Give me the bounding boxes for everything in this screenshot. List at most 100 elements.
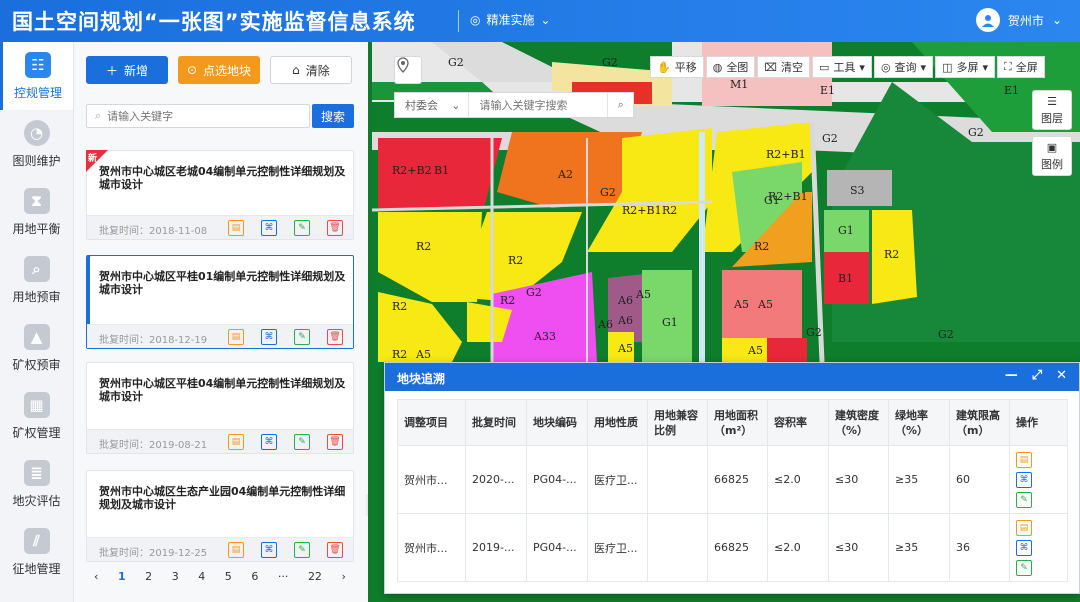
nav-label: 用地预审 <box>12 289 61 304</box>
nav-label: 征地管理 <box>12 561 61 576</box>
fullscreen-icon: ⛶ <box>1004 60 1012 73</box>
attachment-icon[interactable]: ⌘ <box>261 542 277 558</box>
query-dropdown[interactable]: ◎ 查询 ▾ <box>873 56 934 78</box>
search-button[interactable]: 搜索 <box>312 104 354 128</box>
attachment-icon[interactable]: ⌘ <box>1016 471 1032 488</box>
clear-button[interactable]: ⌂ 清除 <box>270 56 352 84</box>
page-3[interactable]: 3 <box>172 570 179 583</box>
query-icon: ◎ <box>880 60 891 74</box>
map-search-input[interactable] <box>479 98 608 112</box>
pick-parcel-button[interactable]: ⊙ 点选地块 <box>178 56 260 84</box>
svg-text:E1: E1 <box>1004 84 1019 97</box>
document-icon[interactable]: ▤ <box>228 329 244 345</box>
edit-icon[interactable]: ✎ <box>1016 559 1032 576</box>
svg-text:A5: A5 <box>757 298 773 311</box>
delete-icon[interactable]: 🗑 <box>327 329 343 345</box>
mode-selector[interactable]: ◎ 精准实施 ⌄ <box>470 11 551 28</box>
full-extent-tool[interactable]: ◍ 全图 <box>705 56 756 78</box>
nav-label: 图则维护 <box>12 153 61 168</box>
nav-item-land-acquisition[interactable]: ⫽ 征地管理 <box>0 518 73 586</box>
delete-icon[interactable]: 🗑 <box>327 220 343 236</box>
plan-title: 贺州市中心城区老城04编制单元控制性详细规划及城市设计 <box>99 165 346 191</box>
nav-item-land-preaudit[interactable]: ⌕ 用地预审 <box>0 246 73 314</box>
minimize-icon[interactable]: — <box>1005 368 1018 383</box>
list-item[interactable]: 贺州市中心城区生态产业园04编制单元控制性详细规划及城市设计 批复时间：2019… <box>86 470 354 562</box>
svg-text:R2: R2 <box>754 240 769 253</box>
nav-item-plan-management[interactable]: ☷ 控规管理 <box>0 42 73 110</box>
attachment-icon[interactable]: ⌘ <box>261 220 277 236</box>
fullscreen-tool[interactable]: ⛶ 全屏 <box>997 56 1045 78</box>
keyword-search-input[interactable] <box>107 109 298 123</box>
table-row[interactable]: 贺州市... 2020-... PG04-... 医疗卫... 66825 ≤2… <box>397 445 1068 514</box>
page-22[interactable]: 22 <box>308 570 322 583</box>
search-icon: ⌕ <box>95 109 102 122</box>
list-item[interactable]: 贺州市中心城区平桂04编制单元控制性详细规划及城市设计 批复时间：2019-08… <box>86 362 354 454</box>
add-button[interactable]: ＋ 新增 <box>86 56 168 84</box>
table-cell: 2019-... <box>465 513 527 582</box>
card-footer: 批复时间：2019-12-25 ▤ ⌘ ✎ 🗑 <box>87 537 353 561</box>
page-6[interactable]: 6 <box>251 570 258 583</box>
svg-text:R2: R2 <box>500 294 515 307</box>
layers-button[interactable]: ☰ 图层 <box>1032 90 1072 130</box>
legend-button[interactable]: ▣ 图例 <box>1032 136 1072 176</box>
svg-text:A5: A5 <box>635 288 651 301</box>
multiscreen-dropdown[interactable]: ◫ 多屏 ▾ <box>935 56 996 78</box>
svg-text:B1: B1 <box>838 272 853 285</box>
svg-text:M1: M1 <box>730 78 748 91</box>
keyword-search-field[interactable]: ⌕ <box>86 104 310 128</box>
nav-item-disaster-assessment[interactable]: ≣ 地灾评估 <box>0 450 73 518</box>
locate-button[interactable] <box>394 56 422 84</box>
column-header: 绿地率（%） <box>888 399 950 446</box>
nav-item-map-maintenance[interactable]: ◔ 图则维护 <box>0 110 73 178</box>
page-1[interactable]: 1 <box>118 570 126 583</box>
edit-icon[interactable]: ✎ <box>294 542 310 558</box>
list-item[interactable]: 新 贺州市中心城区老城04编制单元控制性详细规划及城市设计 批复时间：2018-… <box>86 150 354 240</box>
svg-text:A5: A5 <box>747 344 763 357</box>
pan-tool[interactable]: ✋ 平移 <box>650 56 704 78</box>
clear-map-tool[interactable]: ⌧ 清空 <box>757 56 810 78</box>
edit-icon[interactable]: ✎ <box>294 329 310 345</box>
edit-icon[interactable]: ✎ <box>294 220 310 236</box>
svg-text:G1: G1 <box>764 194 780 207</box>
card-footer: 批复时间：2019-08-21 ▤ ⌘ ✎ 🗑 <box>87 429 353 453</box>
close-icon[interactable]: ✕ <box>1056 368 1067 383</box>
plus-icon: ＋ <box>105 63 118 78</box>
edit-icon[interactable]: ✎ <box>1016 491 1032 508</box>
prev-page-button[interactable]: ‹ <box>94 570 98 583</box>
map-search-button[interactable]: ⌕ <box>607 93 633 117</box>
page-5[interactable]: 5 <box>225 570 232 583</box>
nav-item-mining-preaudit[interactable]: ▲ 矿权预审 <box>0 314 73 382</box>
tools-dropdown[interactable]: ▭ 工具 ▾ <box>812 56 872 78</box>
attachment-icon[interactable]: ⌘ <box>261 329 277 345</box>
nav-item-land-balance[interactable]: ⧗ 用地平衡 <box>0 178 73 246</box>
user-icon <box>981 15 994 27</box>
document-icon[interactable]: ▤ <box>1016 519 1032 536</box>
page-4[interactable]: 4 <box>198 570 205 583</box>
table-cell: 2020-... <box>465 445 527 514</box>
attachment-icon[interactable]: ⌘ <box>261 434 277 450</box>
table-row[interactable]: 贺州市... 2019-... PG04-... 医疗卫... 66825 ≤2… <box>397 513 1068 582</box>
edit-icon[interactable]: ✎ <box>294 434 310 450</box>
plan-title: 贺州市中心城区平桂04编制单元控制性详细规划及城市设计 <box>99 377 346 403</box>
document-icon[interactable]: ▤ <box>228 220 244 236</box>
svg-text:G2: G2 <box>602 56 618 69</box>
approval-date: 批复时间：2019-08-21 <box>99 440 208 451</box>
document-icon[interactable]: ▤ <box>1016 451 1032 468</box>
nav-item-mining-management[interactable]: ▦ 矿权管理 <box>0 382 73 450</box>
document-icon[interactable]: ▤ <box>228 434 244 450</box>
delete-icon[interactable]: 🗑 <box>327 542 343 558</box>
maximize-icon[interactable]: ⤢ <box>1032 368 1042 383</box>
page-2[interactable]: 2 <box>145 570 152 583</box>
document-icon[interactable]: ▤ <box>228 542 244 558</box>
table-header-row: 调整项目 批复时间 地块编码 用地性质 用地兼容比例 用地面积（m²） 容积率 … <box>397 399 1068 446</box>
list-item[interactable]: 贺州市中心城区平桂01编制单元控制性详细规划及城市设计 批复时间：2018-12… <box>86 255 354 349</box>
next-page-button[interactable]: › <box>341 570 345 583</box>
attachment-icon[interactable]: ⌘ <box>1016 539 1032 556</box>
svg-text:G2: G2 <box>822 132 838 145</box>
page-ellipsis[interactable]: ··· <box>278 570 289 583</box>
pick-button-label: 点选地块 <box>203 63 252 78</box>
user-menu[interactable]: 贺州市 ⌄ <box>975 8 1062 32</box>
header-divider <box>458 10 459 32</box>
village-select[interactable]: 村委会 ⌄ <box>395 93 470 117</box>
delete-icon[interactable]: 🗑 <box>327 434 343 450</box>
